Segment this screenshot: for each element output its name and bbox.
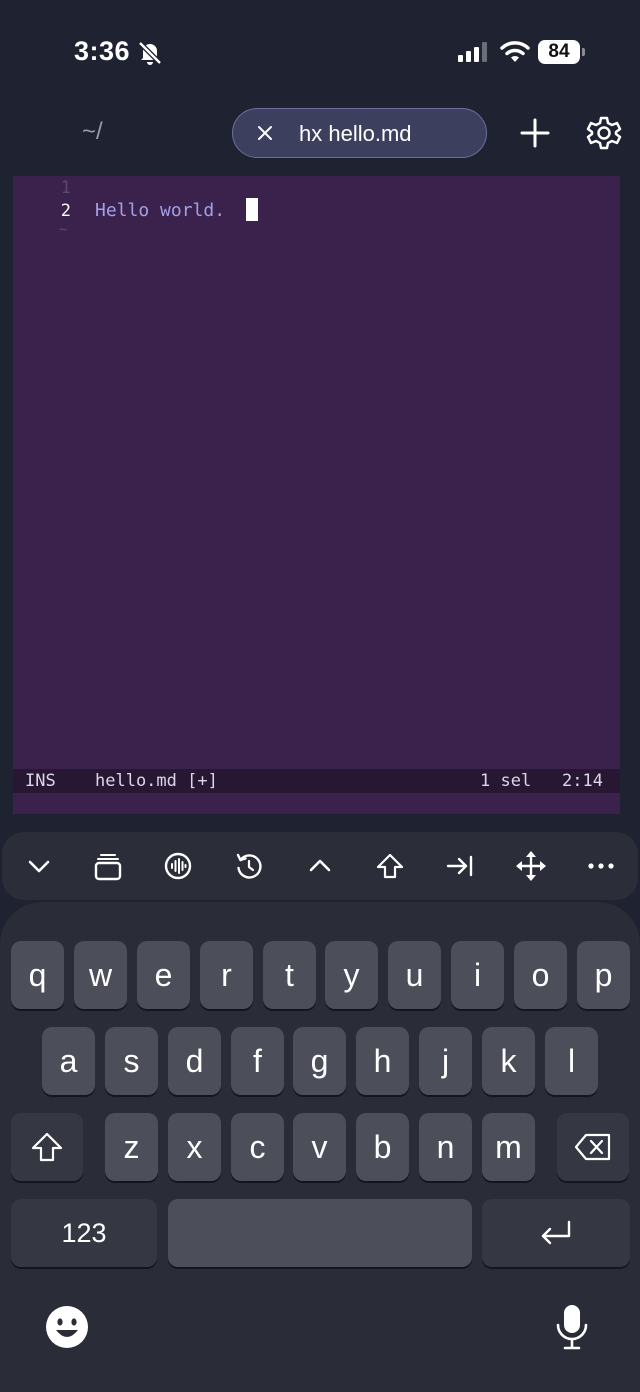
key-n[interactable]: n [419, 1113, 472, 1181]
wifi-icon [500, 41, 530, 62]
key-c[interactable]: c [231, 1113, 284, 1181]
file-name: hello.md [+] [95, 771, 218, 791]
mode-indicator: INS [25, 771, 56, 791]
key-t[interactable]: t [263, 941, 316, 1009]
history-icon[interactable] [229, 846, 269, 886]
microphone-icon[interactable] [553, 1303, 591, 1351]
backspace-icon [574, 1133, 611, 1161]
return-key[interactable] [482, 1199, 630, 1267]
gear-icon[interactable] [586, 115, 622, 151]
more-icon[interactable] [581, 846, 621, 886]
close-icon[interactable] [253, 121, 277, 145]
key-y[interactable]: y [325, 941, 378, 1009]
emoji-icon[interactable] [44, 1304, 90, 1350]
key-j[interactable]: j [419, 1027, 472, 1095]
shift-key[interactable] [11, 1113, 83, 1181]
editor-statusline: INS hello.md [+] 1 sel 2:14 [13, 769, 620, 793]
shift-icon [31, 1132, 63, 1162]
key-k[interactable]: k [482, 1027, 535, 1095]
tab-hello-md[interactable]: hx hello.md [232, 108, 487, 158]
current-directory: ~/ [82, 118, 103, 145]
key-h[interactable]: h [356, 1027, 409, 1095]
key-s[interactable]: s [105, 1027, 158, 1095]
accessory-toolbar [2, 832, 638, 900]
numbers-key[interactable]: 123 [11, 1199, 157, 1267]
status-bar: 3:36 84 [0, 0, 640, 100]
key-a[interactable]: a [42, 1027, 95, 1095]
tabs-stack-icon[interactable] [88, 846, 128, 886]
key-p[interactable]: p [577, 941, 630, 1009]
space-key[interactable] [168, 1199, 472, 1267]
key-v[interactable]: v [293, 1113, 346, 1181]
move-arrows-icon[interactable] [511, 846, 551, 886]
tab-arrow-icon[interactable] [440, 846, 480, 886]
battery-level: 84 [538, 40, 580, 64]
key-r[interactable]: r [200, 941, 253, 1009]
key-f[interactable]: f [231, 1027, 284, 1095]
control-caret-icon[interactable] [300, 846, 340, 886]
key-l[interactable]: l [545, 1027, 598, 1095]
key-e[interactable]: e [137, 941, 190, 1009]
key-q[interactable]: q [11, 941, 64, 1009]
key-d[interactable]: d [168, 1027, 221, 1095]
cursor-position: 2:14 [562, 771, 603, 791]
key-w[interactable]: w [74, 941, 127, 1009]
line-number-current: 2 [60, 201, 71, 221]
key-z[interactable]: z [105, 1113, 158, 1181]
code-line-2[interactable]: Hello world. [95, 200, 225, 221]
cellular-signal-icon [458, 42, 487, 62]
key-g[interactable]: g [293, 1027, 346, 1095]
return-icon [541, 1220, 571, 1245]
backspace-key[interactable] [557, 1113, 629, 1181]
key-b[interactable]: b [356, 1113, 409, 1181]
selection-count: 1 sel [480, 771, 532, 791]
key-u[interactable]: u [388, 941, 441, 1009]
bell-slash-icon [138, 41, 162, 65]
key-x[interactable]: x [168, 1113, 221, 1181]
shift-arrow-icon[interactable] [370, 846, 410, 886]
text-cursor [246, 198, 258, 221]
key-m[interactable]: m [482, 1113, 535, 1181]
status-time: 3:36 [74, 36, 131, 66]
line-number: 1 [60, 178, 71, 198]
plus-icon[interactable] [518, 116, 552, 150]
editor-pane[interactable]: 1 2 ~ Hello world. INS hello.md [+] 1 se… [13, 176, 620, 814]
chevron-down-icon[interactable] [19, 846, 59, 886]
key-o[interactable]: o [514, 941, 567, 1009]
tab-label: hx hello.md [299, 121, 412, 146]
key-i[interactable]: i [451, 941, 504, 1009]
battery-icon: 84 [538, 40, 586, 64]
empty-line-marker: ~ [59, 222, 68, 238]
voice-waveform-icon[interactable] [158, 846, 198, 886]
